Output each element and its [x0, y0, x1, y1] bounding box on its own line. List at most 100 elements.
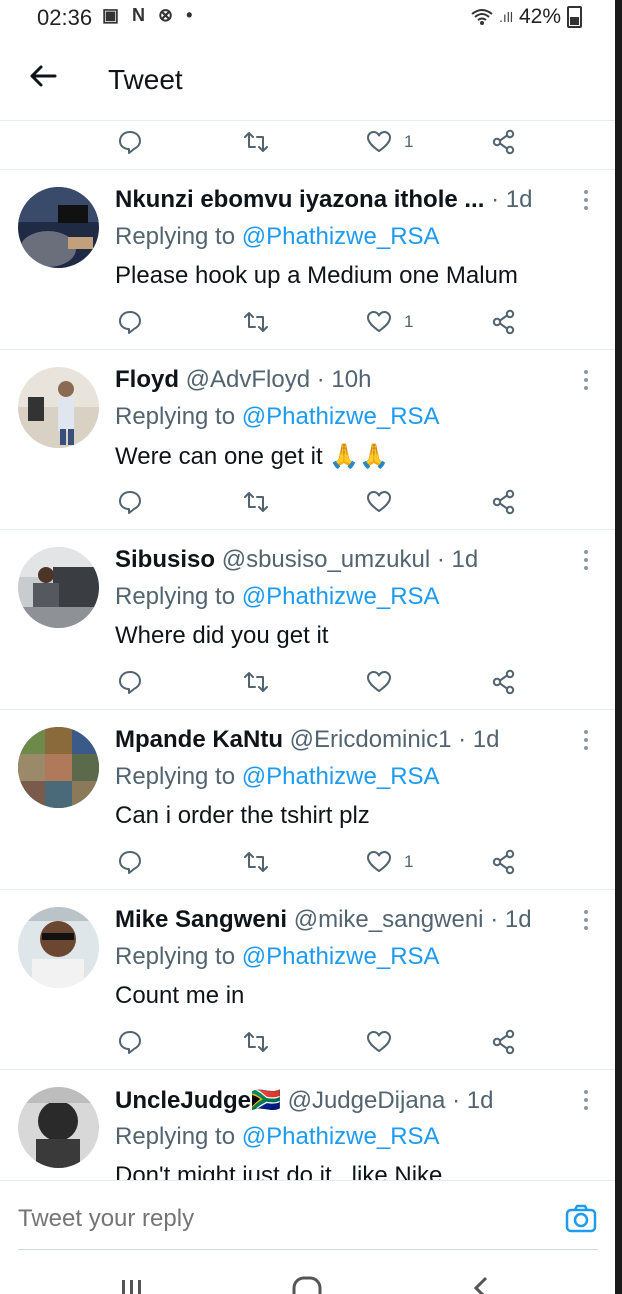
retweet-button[interactable]	[243, 309, 269, 335]
author-name[interactable]: UncleJudge🇿🇦	[115, 1087, 281, 1114]
tweet-time: · 1d	[436, 546, 479, 573]
avatar[interactable]	[18, 367, 99, 448]
author-handle[interactable]: @sbusiso_umzukul	[222, 546, 430, 573]
reply-tweet[interactable]: Sibusiso @sbusiso_umzukul · 1d Replying …	[0, 530, 615, 709]
mention-link[interactable]: @Phathizwe_RSA	[242, 1123, 440, 1150]
retweet-button[interactable]	[243, 669, 269, 695]
reply-icon	[119, 1031, 141, 1054]
retweet-icon	[244, 132, 268, 152]
share-icon	[492, 309, 515, 335]
like-button[interactable]	[366, 489, 404, 515]
share-icon	[492, 129, 515, 155]
like-button[interactable]: 1	[366, 129, 413, 155]
more-icon[interactable]	[577, 908, 595, 932]
tweet-actions	[0, 661, 615, 709]
retweet-button[interactable]	[243, 129, 269, 155]
retweet-button[interactable]	[243, 1029, 269, 1055]
avatar[interactable]	[18, 1087, 99, 1168]
tweet-actions	[0, 481, 615, 529]
reply-icon	[119, 311, 141, 334]
tweet-time: · 1d	[491, 186, 533, 213]
mention-link[interactable]: @Phathizwe_RSA	[242, 583, 440, 610]
like-icon	[367, 131, 391, 152]
author-name[interactable]: Nkunzi ebomvu iyazona ithole ...	[115, 186, 484, 213]
replying-prefix: Replying to	[115, 223, 242, 250]
mention-link[interactable]: @Phathizwe_RSA	[242, 763, 440, 790]
notification-icons: ▣ N ⊗ •	[102, 5, 197, 25]
mention-link[interactable]: @Phathizwe_RSA	[242, 403, 440, 430]
author-name[interactable]: Floyd	[115, 366, 179, 393]
reply-icon	[119, 671, 141, 694]
share-button[interactable]	[491, 129, 517, 155]
more-icon[interactable]	[577, 548, 595, 572]
recent-apps-icon[interactable]	[112, 1274, 152, 1294]
retweet-button[interactable]	[243, 849, 269, 875]
tweet-text: Were can one get it 🙏🙏	[115, 443, 390, 470]
avatar[interactable]	[18, 727, 99, 808]
share-button[interactable]	[491, 849, 517, 875]
replying-prefix: Replying to	[115, 403, 242, 430]
like-button[interactable]	[366, 1029, 404, 1055]
author-handle[interactable]: @JudgeDijana	[288, 1087, 446, 1114]
author-name[interactable]: Sibusiso	[115, 546, 215, 573]
page-title: Tweet	[108, 64, 183, 95]
replying-to: Replying to @Phathizwe_RSA	[115, 1123, 440, 1151]
share-button[interactable]	[491, 1029, 517, 1055]
tweet-time: · 1d	[452, 1087, 494, 1114]
like-count: 1	[404, 852, 414, 871]
reply-button[interactable]	[117, 489, 143, 515]
reply-tweet[interactable]: Mike Sangweni @mike_sangweni · 1d Replyi…	[0, 890, 615, 1069]
tweet-header: UncleJudge🇿🇦 @JudgeDijana · 1d	[115, 1086, 585, 1115]
retweet-icon	[244, 492, 268, 512]
mention-link[interactable]: @Phathizwe_RSA	[242, 223, 440, 250]
camera-icon[interactable]	[564, 1201, 598, 1235]
share-icon	[492, 849, 515, 875]
reply-button[interactable]	[117, 669, 143, 695]
reply-tweet[interactable]: Mpande KaNtu @Ericdominic1 · 1d Replying…	[0, 710, 615, 889]
share-icon	[492, 489, 515, 515]
retweet-icon	[244, 312, 268, 332]
share-button[interactable]	[491, 669, 517, 695]
avatar[interactable]	[18, 187, 99, 268]
reply-icon	[119, 131, 141, 154]
like-button[interactable]	[366, 669, 404, 695]
more-icon[interactable]	[577, 188, 595, 212]
wifi-icon	[471, 9, 493, 25]
avatar[interactable]	[18, 547, 99, 628]
home-icon[interactable]	[287, 1274, 327, 1294]
author-name[interactable]: Mike Sangweni	[115, 906, 287, 933]
author-handle[interactable]: @Ericdominic1	[290, 726, 452, 753]
tweet-actions: 1	[0, 841, 615, 889]
composer-underline	[18, 1249, 598, 1250]
like-count: 1	[404, 132, 414, 151]
battery-percent: 42%	[518, 5, 561, 28]
more-icon[interactable]	[577, 1088, 595, 1112]
replying-to: Replying to @Phathizwe_RSA	[115, 583, 440, 611]
reply-button[interactable]	[117, 129, 143, 155]
reply-tweet[interactable]: Floyd @AdvFloyd · 10h Replying to @Phath…	[0, 350, 615, 529]
tweet-text: Please hook up a Medium one Malum	[115, 262, 518, 289]
reply-tweet[interactable]: Nkunzi ebomvu iyazona ithole ... · 1d Re…	[0, 170, 615, 349]
more-icon[interactable]	[577, 728, 595, 752]
share-button[interactable]	[491, 309, 517, 335]
mention-link[interactable]: @Phathizwe_RSA	[242, 943, 440, 970]
retweet-icon	[244, 1032, 268, 1052]
back-arrow-icon[interactable]	[27, 60, 59, 92]
reply-button[interactable]	[117, 309, 143, 335]
like-button[interactable]: 1	[366, 309, 413, 335]
system-nav-bar	[0, 1252, 622, 1294]
reply-input[interactable]	[18, 1205, 518, 1233]
reply-button[interactable]	[117, 1029, 143, 1055]
share-button[interactable]	[491, 489, 517, 515]
reply-button[interactable]	[117, 849, 143, 875]
like-button[interactable]: 1	[366, 849, 413, 875]
tweet-text: Where did you get it	[115, 622, 329, 649]
reply-icon	[119, 491, 141, 514]
author-handle[interactable]: @AdvFloyd	[186, 366, 310, 393]
author-handle[interactable]: @mike_sangweni	[294, 906, 484, 933]
back-nav-icon[interactable]	[462, 1274, 502, 1294]
more-icon[interactable]	[577, 368, 595, 392]
author-name[interactable]: Mpande KaNtu	[115, 726, 283, 753]
avatar[interactable]	[18, 907, 99, 988]
retweet-button[interactable]	[243, 489, 269, 515]
